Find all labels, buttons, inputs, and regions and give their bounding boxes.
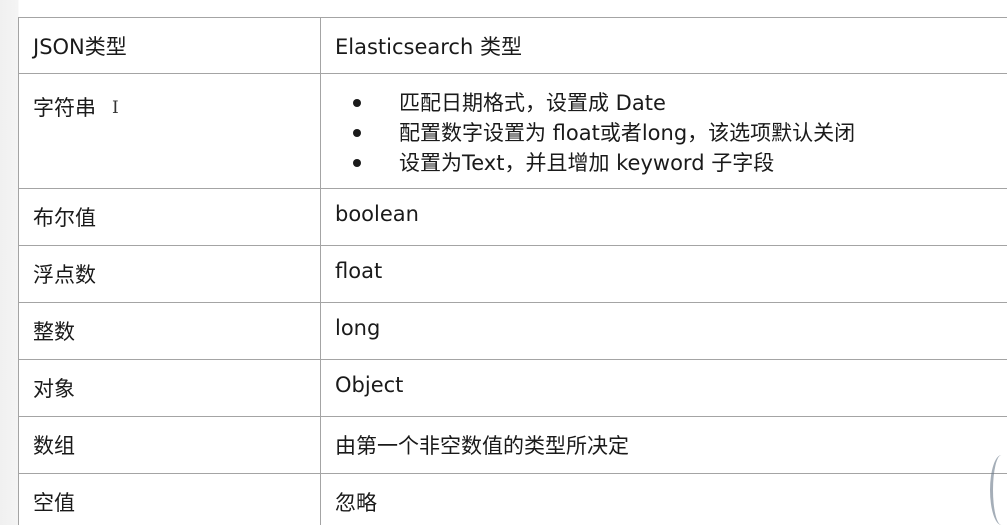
cell-es-type: 匹配日期格式，设置成 Date 配置数字设置为 float或者long，该选项默… bbox=[320, 73, 1007, 189]
corner-overlay-shape bbox=[990, 455, 1007, 525]
table-row-string: 字符串 I 匹配日期格式，设置成 Date 配置数字设置为 float或者long… bbox=[18, 73, 1007, 189]
header-es-type: Elasticsearch 类型 bbox=[320, 17, 1007, 74]
table-row: 数组 由第一个非空数值的类型所决定 bbox=[18, 416, 1007, 474]
cell-es-type: 由第一个非空数值的类型所决定 bbox=[320, 416, 1007, 474]
cell-json-type: 布尔值 bbox=[18, 188, 321, 246]
cell-json-type: 浮点数 bbox=[18, 245, 321, 303]
table-header-row: JSON类型 Elasticsearch 类型 bbox=[18, 17, 1007, 74]
table-row: 浮点数 float bbox=[18, 245, 1007, 303]
bullet-icon bbox=[353, 129, 361, 137]
table-row: 空值 忽略 bbox=[18, 473, 1007, 525]
list-item: 匹配日期格式，设置成 Date bbox=[353, 88, 1007, 118]
cell-json-type: 数组 bbox=[18, 416, 321, 474]
text-cursor-icon: I bbox=[112, 98, 119, 118]
cell-json-type: 字符串 I bbox=[18, 73, 321, 189]
list-item: 配置数字设置为 float或者long，该选项默认关闭 bbox=[353, 118, 1007, 148]
bullet-icon bbox=[353, 159, 361, 167]
cell-json-type: 整数 bbox=[18, 302, 321, 360]
cell-es-type: boolean bbox=[320, 188, 1007, 246]
cell-json-type: 空值 bbox=[18, 473, 321, 525]
type-mapping-table: JSON类型 Elasticsearch 类型 字符串 I 匹配日期格式，设置成 … bbox=[18, 17, 1007, 525]
cell-json-type: 对象 bbox=[18, 359, 321, 417]
json-type-label: 字符串 bbox=[33, 96, 96, 120]
table-row: 整数 long bbox=[18, 302, 1007, 360]
cell-es-type: 忽略 bbox=[320, 473, 1007, 525]
list-item: 设置为Text，并且增加 keyword 子字段 bbox=[353, 148, 1007, 178]
cell-es-type: long bbox=[320, 302, 1007, 360]
header-json-type: JSON类型 bbox=[18, 17, 321, 74]
bullet-icon bbox=[353, 99, 361, 107]
cell-es-type: float bbox=[320, 245, 1007, 303]
cell-es-type: Object bbox=[320, 359, 1007, 417]
table-row: 布尔值 boolean bbox=[18, 188, 1007, 246]
slide-page: JSON类型 Elasticsearch 类型 字符串 I 匹配日期格式，设置成 … bbox=[0, 0, 1007, 525]
string-rule-list: 匹配日期格式，设置成 Date 配置数字设置为 float或者long，该选项默… bbox=[335, 88, 1007, 178]
table-row: 对象 Object bbox=[18, 359, 1007, 417]
